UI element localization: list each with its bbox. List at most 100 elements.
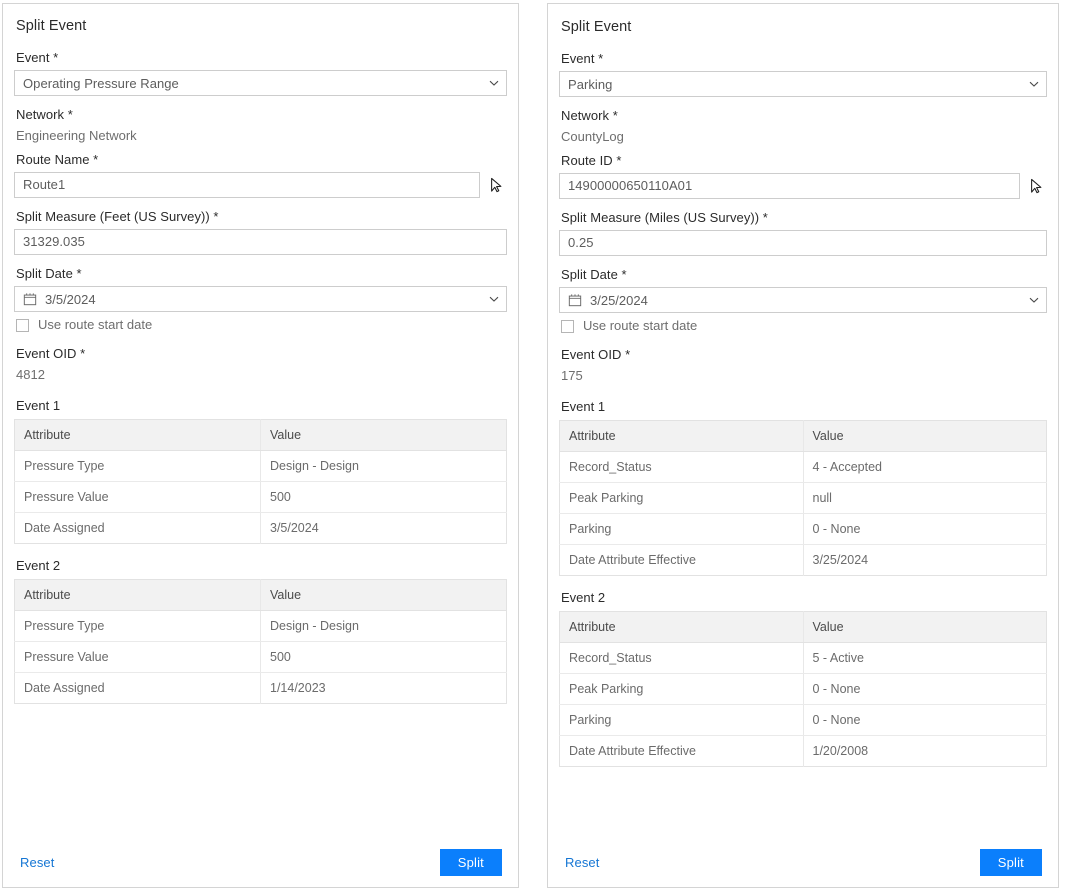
network-field-group: Network * CountyLog bbox=[559, 107, 1047, 145]
cell-value: Design - Design bbox=[261, 611, 507, 642]
table-row: Pressure Type Design - Design bbox=[15, 611, 507, 642]
split-measure-value: 0.25 bbox=[568, 231, 594, 255]
route-input[interactable]: 14900000650110A01 bbox=[559, 173, 1020, 199]
column-header-value: Value bbox=[803, 421, 1047, 452]
reset-link[interactable]: Reset bbox=[20, 855, 54, 870]
event-2-table-block: Event 2 Attribute Value Pressure Type De… bbox=[14, 557, 507, 704]
event-select[interactable]: Operating Pressure Range bbox=[14, 70, 507, 96]
cell-attribute: Pressure Value bbox=[15, 642, 261, 673]
use-route-start-date-row[interactable]: Use route start date bbox=[16, 317, 507, 333]
event-field-group: Event * Parking bbox=[559, 50, 1047, 97]
cell-attribute: Parking bbox=[560, 514, 804, 545]
route-label: Route ID * bbox=[561, 152, 1047, 169]
column-header-attribute: Attribute bbox=[560, 612, 804, 643]
chevron-down-icon bbox=[1029, 295, 1038, 304]
event-2-attribute-table: Attribute Value Record_Status 5 - Active… bbox=[559, 611, 1047, 767]
event-2-caption: Event 2 bbox=[561, 589, 1047, 606]
event-2-table-block: Event 2 Attribute Value Record_Status 5 … bbox=[559, 589, 1047, 767]
split-date-field-group: Split Date * 3/5/2024 bbox=[14, 265, 507, 312]
table-row: Pressure Type Design - Design bbox=[15, 451, 507, 482]
cell-value: 4 - Accepted bbox=[803, 452, 1047, 483]
split-measure-value: 31329.035 bbox=[23, 230, 85, 254]
table-row: Parking 0 - None bbox=[560, 705, 1047, 736]
split-date-label: Split Date * bbox=[16, 265, 507, 282]
cell-value: 3/5/2024 bbox=[261, 513, 507, 544]
table-header-row: Attribute Value bbox=[560, 612, 1047, 643]
cell-attribute: Record_Status bbox=[560, 643, 804, 674]
network-value: CountyLog bbox=[561, 128, 1047, 145]
cell-attribute: Date Attribute Effective bbox=[560, 545, 804, 576]
event-1-table-block: Event 1 Attribute Value Record_Status 4 … bbox=[559, 398, 1047, 576]
cell-attribute: Date Assigned bbox=[15, 673, 261, 704]
table-row: Peak Parking null bbox=[560, 483, 1047, 514]
cell-value: 500 bbox=[261, 482, 507, 513]
cell-attribute: Parking bbox=[560, 705, 804, 736]
table-row: Date Assigned 3/5/2024 bbox=[15, 513, 507, 544]
event-select[interactable]: Parking bbox=[559, 71, 1047, 97]
split-button[interactable]: Split bbox=[980, 849, 1042, 876]
event-oid-label: Event OID * bbox=[561, 346, 1047, 363]
split-date-input[interactable]: 3/5/2024 bbox=[14, 286, 507, 312]
use-route-start-date-checkbox[interactable] bbox=[561, 320, 574, 333]
route-input[interactable]: Route1 bbox=[14, 172, 480, 198]
split-date-input[interactable]: 3/25/2024 bbox=[559, 287, 1047, 313]
event-oid-group: Event OID * 175 bbox=[559, 346, 1047, 384]
table-row: Date Attribute Effective 1/20/2008 bbox=[560, 736, 1047, 767]
cell-attribute: Date Assigned bbox=[15, 513, 261, 544]
route-input-row: 14900000650110A01 bbox=[559, 173, 1047, 199]
table-row: Pressure Value 500 bbox=[15, 482, 507, 513]
split-measure-input[interactable]: 0.25 bbox=[559, 230, 1047, 256]
split-measure-input[interactable]: 31329.035 bbox=[14, 229, 507, 255]
chevron-down-icon bbox=[1029, 79, 1038, 88]
table-row: Date Attribute Effective 3/25/2024 bbox=[560, 545, 1047, 576]
split-measure-field-group: Split Measure (Feet (US Survey)) * 31329… bbox=[14, 208, 507, 255]
cell-attribute: Record_Status bbox=[560, 452, 804, 483]
event-field-group: Event * Operating Pressure Range bbox=[14, 49, 507, 96]
column-header-value: Value bbox=[803, 612, 1047, 643]
event-2-attribute-table: Attribute Value Pressure Type Design - D… bbox=[14, 579, 507, 704]
event-1-caption: Event 1 bbox=[561, 398, 1047, 415]
route-field-group: Route ID * 14900000650110A01 bbox=[559, 152, 1047, 199]
network-label: Network * bbox=[16, 106, 507, 123]
network-value: Engineering Network bbox=[16, 127, 507, 144]
split-measure-label: Split Measure (Feet (US Survey)) * bbox=[16, 208, 507, 225]
page-title: Split Event bbox=[16, 17, 507, 35]
event-oid-group: Event OID * 4812 bbox=[14, 345, 507, 383]
split-event-panel-left: Split Event Event * Operating Pressure R… bbox=[2, 3, 519, 888]
split-measure-label: Split Measure (Miles (US Survey)) * bbox=[561, 209, 1047, 226]
pointer-arrow-icon[interactable] bbox=[1025, 175, 1047, 197]
use-route-start-date-row[interactable]: Use route start date bbox=[561, 318, 1047, 334]
split-date-value: 3/5/2024 bbox=[45, 292, 96, 307]
event-label: Event * bbox=[16, 49, 507, 66]
route-input-row: Route1 bbox=[14, 172, 507, 198]
route-label: Route Name * bbox=[16, 151, 507, 168]
event-oid-value: 175 bbox=[561, 367, 1047, 384]
event-1-attribute-table: Attribute Value Pressure Type Design - D… bbox=[14, 419, 507, 544]
panel-body: Split Event Event * Parking Network * Co… bbox=[548, 4, 1058, 837]
chevron-down-icon bbox=[489, 294, 498, 303]
split-event-panel-right: Split Event Event * Parking Network * Co… bbox=[547, 3, 1059, 888]
cell-value: 3/25/2024 bbox=[803, 545, 1047, 576]
column-header-attribute: Attribute bbox=[560, 421, 804, 452]
use-route-start-date-checkbox[interactable] bbox=[16, 319, 29, 332]
cell-value: 0 - None bbox=[803, 674, 1047, 705]
route-input-value: 14900000650110A01 bbox=[568, 174, 692, 198]
chevron-down-icon bbox=[489, 78, 498, 87]
event-1-caption: Event 1 bbox=[16, 397, 507, 414]
event-select-value: Operating Pressure Range bbox=[23, 76, 179, 91]
event-2-caption: Event 2 bbox=[16, 557, 507, 574]
table-row: Parking 0 - None bbox=[560, 514, 1047, 545]
table-row: Record_Status 4 - Accepted bbox=[560, 452, 1047, 483]
panel-footer: Reset Split bbox=[3, 837, 518, 887]
column-header-value: Value bbox=[261, 420, 507, 451]
table-header-row: Attribute Value bbox=[15, 420, 507, 451]
event-1-attribute-table: Attribute Value Record_Status 4 - Accept… bbox=[559, 420, 1047, 576]
table-row: Date Assigned 1/14/2023 bbox=[15, 673, 507, 704]
split-button[interactable]: Split bbox=[440, 849, 502, 876]
network-label: Network * bbox=[561, 107, 1047, 124]
calendar-icon bbox=[23, 292, 37, 306]
cell-value: 500 bbox=[261, 642, 507, 673]
cell-value: Design - Design bbox=[261, 451, 507, 482]
reset-link[interactable]: Reset bbox=[565, 855, 599, 870]
pointer-arrow-icon[interactable] bbox=[485, 174, 507, 196]
